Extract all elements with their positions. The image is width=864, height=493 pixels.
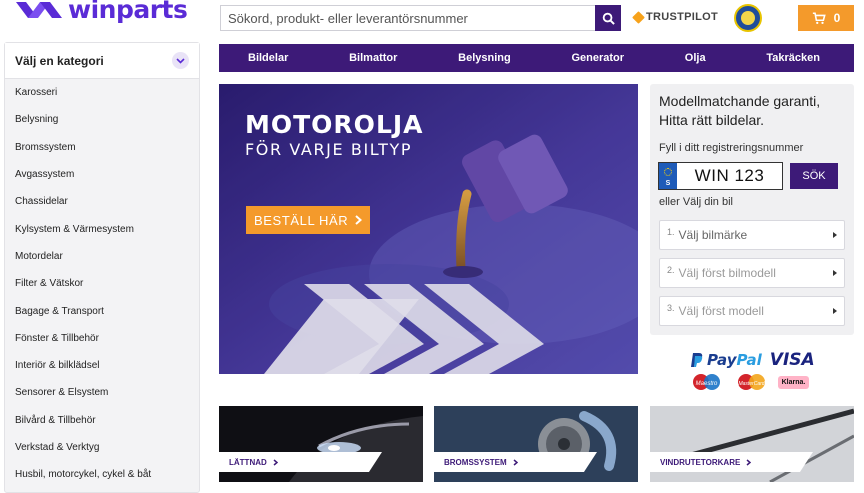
tile-lattnad[interactable]: LÄTTNAD (219, 406, 423, 482)
hero-cta-label: BESTÄLL HÄR (254, 212, 349, 228)
tile-label: VINDRUTETORKARE (650, 452, 813, 472)
certification-seal[interactable] (734, 4, 762, 32)
hero-cta-button[interactable]: BESTÄLL HÄR (246, 206, 371, 234)
sidebar-title: Välj en kategori (15, 53, 104, 68)
category-item-motordelar[interactable]: Motordelar (5, 243, 199, 270)
category-item-avgassystem[interactable]: Avgassystem (5, 161, 199, 188)
category-item-bromssystem[interactable]: Bromssystem (5, 134, 199, 161)
payment-logos-top: PayPal VISA (690, 350, 815, 370)
tile-bromssystem[interactable]: BROMSSYSTEM (434, 406, 638, 482)
match-title: Modellmatchande garanti, Hitta rätt bild… (659, 93, 821, 128)
search-icon (602, 12, 615, 25)
select-model-variant-label: Välj först modell (678, 304, 764, 318)
select-car-model[interactable]: 2. Välj först bilmodell (659, 258, 845, 288)
cart-icon (812, 11, 826, 24)
hero-title: MOTOROLJA (245, 110, 424, 139)
nav-item-bilmattor[interactable]: Bilmattor (349, 52, 397, 64)
cart-button[interactable]: 0 (798, 5, 854, 31)
search-button[interactable] (595, 5, 621, 31)
nav-item-generator[interactable]: Generator (571, 52, 624, 64)
vehicle-match-panel: Modellmatchande garanti, Hitta rätt bild… (650, 84, 854, 335)
search-bar (220, 5, 621, 31)
hero-subtitle: FÖR VARJE BILTYP (245, 140, 413, 159)
nav-item-bildelar[interactable]: Bildelar (248, 52, 288, 64)
category-item-belysning[interactable]: Belysning (5, 106, 199, 133)
logo-mark-icon (16, 2, 62, 18)
select-car-model-label: Välj först bilmodell (678, 266, 776, 280)
nav-item-belysning[interactable]: Belysning (458, 52, 511, 64)
paypal-logo-b: Pal (736, 351, 762, 369)
category-sidebar: Välj en kategori Karosseri Belysning Bro… (4, 42, 200, 493)
tile-label-text: BROMSSYSTEM (444, 457, 507, 467)
category-list: Karosseri Belysning Bromssystem Avgassys… (5, 79, 199, 488)
select-car-brand[interactable]: 1. Välj bilmärke (659, 220, 845, 250)
chevron-down-icon (176, 57, 185, 64)
category-item-bilvard[interactable]: Bilvård & Tillbehör (5, 407, 199, 434)
klarna-logo: Klarna. (778, 376, 809, 389)
tile-label-text: LÄTTNAD (229, 457, 267, 467)
page: winparts TRUSTPILOT 0 Välj en kategori (0, 0, 864, 493)
mastercard-logo: MasterCard (735, 373, 768, 392)
paypal-logo: PayPal (707, 351, 762, 369)
tile-label: LÄTTNAD (219, 452, 382, 472)
category-item-karosseri[interactable]: Karosseri (5, 79, 199, 106)
trustpilot-badge[interactable]: TRUSTPILOT (632, 10, 719, 24)
maestro-logo: Maestro (690, 373, 723, 392)
caret-right-icon (833, 308, 837, 314)
eu-flag-icon: S (659, 163, 677, 189)
select-model-variant[interactable]: 3. Välj först modell (659, 296, 845, 326)
caret-right-icon (833, 232, 837, 238)
cart-count: 0 (833, 11, 841, 25)
nav-item-olja[interactable]: Olja (685, 52, 706, 64)
select-step-number: 1. (667, 227, 675, 237)
select-car-brand-label: Välj bilmärke (678, 228, 748, 242)
chevron-right-icon (273, 458, 278, 466)
check-icon (632, 10, 645, 24)
category-item-chassidelar[interactable]: Chassidelar (5, 188, 199, 215)
registration-label: Fyll i ditt registreringsnummer (659, 142, 804, 154)
visa-logo: VISA (769, 350, 815, 370)
chevron-right-icon (513, 458, 518, 466)
hero-banner[interactable]: MOTOROLJA FÖR VARJE BILTYP BESTÄLL HÄR (219, 84, 638, 374)
sidebar-header[interactable]: Välj en kategori (5, 43, 199, 79)
logo-text: winparts (68, 0, 188, 24)
category-item-husbil[interactable]: Husbil, motorcykel, cykel & båt (5, 461, 199, 488)
category-item-fonster[interactable]: Fönster & Tillbehör (5, 325, 199, 352)
choose-car-label: eller Välj din bil (659, 196, 733, 208)
plate-country: S (665, 180, 671, 187)
tile-label-text: VINDRUTETORKARE (660, 457, 741, 467)
paypal-logo-a: Pay (707, 351, 737, 369)
chevron-right-icon (746, 458, 752, 466)
nav-item-takracken[interactable]: Takräcken (766, 52, 820, 64)
license-plate-input[interactable]: S WIN 123 (658, 162, 783, 190)
category-item-verkstad[interactable]: Verkstad & Verktyg (5, 434, 199, 461)
main-nav: Bildelar Bilmattor Belysning Generator O… (219, 44, 854, 72)
maestro-text: Maestro (696, 381, 718, 387)
paypal-icon (691, 353, 703, 367)
category-item-interior[interactable]: Interiör & bilklädsel (5, 352, 199, 379)
mastercard-text: MasterCard (738, 381, 764, 387)
tile-vindrutetorkare[interactable]: VINDRUTETORKARE (650, 406, 854, 482)
category-item-filter[interactable]: Filter & Vätskor (5, 270, 199, 297)
plate-value[interactable]: WIN 123 (677, 163, 782, 189)
category-item-bagage[interactable]: Bagage & Transport (5, 297, 199, 324)
select-step-number: 3. (667, 303, 675, 313)
chevron-right-icon (355, 215, 363, 225)
category-item-kylsystem[interactable]: Kylsystem & Värmesystem (5, 215, 199, 242)
logo[interactable]: winparts (14, 0, 188, 26)
tile-label: BROMSSYSTEM (434, 452, 597, 472)
seal-icon (741, 11, 755, 25)
select-step-number: 2. (667, 265, 675, 275)
plate-search-button[interactable]: SÖK (790, 163, 838, 189)
trustpilot-label: TRUSTPILOT (646, 11, 719, 23)
caret-right-icon (833, 270, 837, 276)
search-input[interactable] (220, 5, 595, 31)
payment-logos-bottom: Maestro MasterCard Klarna. (690, 373, 809, 392)
sidebar-toggle[interactable] (172, 52, 189, 69)
category-item-sensorer[interactable]: Sensorer & Elsystem (5, 379, 199, 406)
